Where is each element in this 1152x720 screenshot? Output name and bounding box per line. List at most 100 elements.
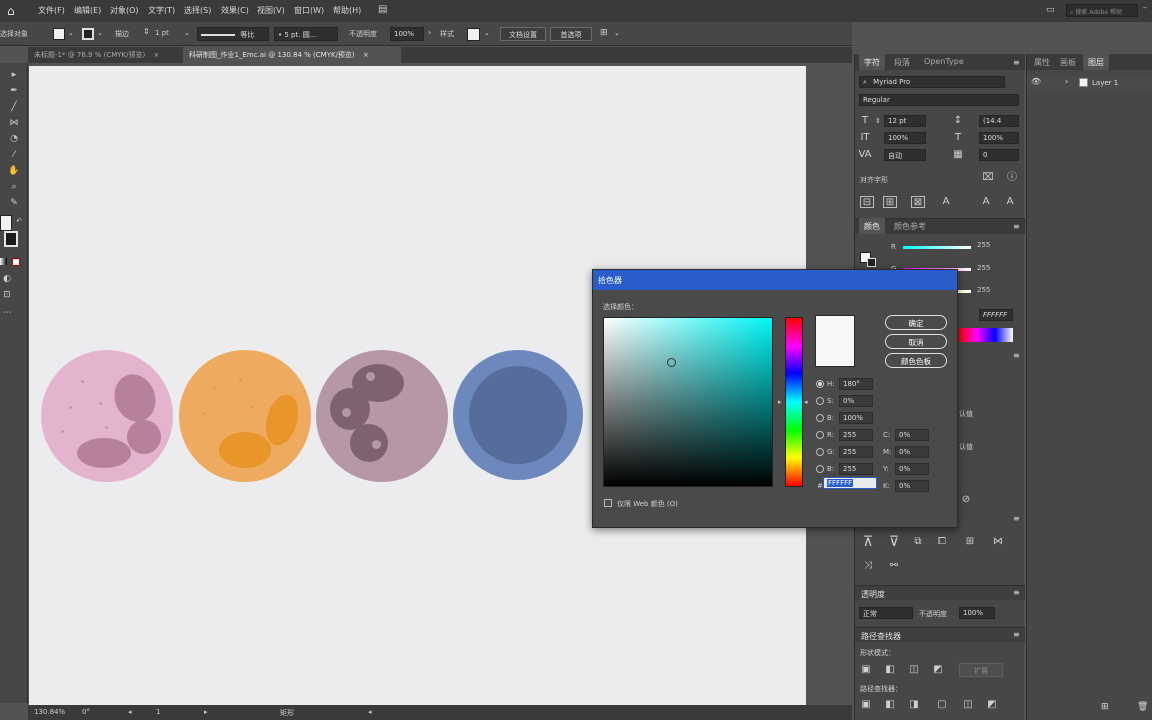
- distribute-space-icon[interactable]: ⊞: [963, 536, 977, 548]
- hue-slider-right-arrow-icon[interactable]: ◂: [804, 398, 808, 406]
- none-mode-icon[interactable]: [12, 258, 20, 266]
- pathfinder-panel-header[interactable]: 路径查找器: [855, 627, 1025, 642]
- merge-icon[interactable]: ◨: [907, 699, 921, 711]
- eyedropper-icon[interactable]: ⁄: [7, 149, 21, 161]
- orange-cell[interactable]: [179, 350, 311, 482]
- pen-tool-icon[interactable]: ✒: [7, 85, 21, 97]
- link-icon[interactable]: ⚯: [887, 560, 901, 572]
- saturation-brightness-field[interactable]: [603, 317, 773, 487]
- fill-swatch[interactable]: [53, 28, 65, 40]
- trim-icon[interactable]: ◧: [883, 699, 897, 711]
- home-icon[interactable]: ⌂: [7, 4, 15, 18]
- k-field[interactable]: 0%: [895, 480, 929, 492]
- draw-mode-icon[interactable]: ◐: [0, 273, 14, 285]
- r-channel-value[interactable]: 255: [977, 241, 990, 249]
- layer-row[interactable]: 👁 › Layer 1: [1027, 76, 1152, 90]
- layer-name[interactable]: Layer 1: [1092, 79, 1118, 87]
- r-radio[interactable]: [816, 431, 824, 439]
- zoom-value[interactable]: 130.84%: [34, 708, 65, 716]
- arrange-icon[interactable]: ▭: [1046, 5, 1055, 15]
- snap-anchor-icon[interactable]: A: [1003, 196, 1017, 208]
- r-field[interactable]: 255: [839, 429, 873, 441]
- minus-front-icon[interactable]: ◧: [883, 664, 897, 676]
- fill-color-swatch[interactable]: [0, 215, 12, 231]
- close-icon[interactable]: ×: [153, 51, 159, 59]
- intersect-icon[interactable]: ◫: [907, 664, 921, 676]
- color-stroke-swatch[interactable]: [867, 258, 876, 267]
- mauve-cell[interactable]: [316, 350, 448, 482]
- artboard-next-icon[interactable]: ▸: [204, 708, 208, 716]
- color-swatches-button[interactable]: 颜色色板: [885, 353, 947, 368]
- h-radio[interactable]: [816, 380, 824, 388]
- scatter-icon[interactable]: ⤨: [861, 560, 875, 572]
- brush-select[interactable]: • 5 pt. 圆...: [274, 27, 338, 41]
- web-only-checkbox[interactable]: [604, 499, 612, 507]
- menu-object[interactable]: 对象(O): [110, 5, 139, 16]
- style-swatch[interactable]: [467, 28, 480, 41]
- b-radio[interactable]: [816, 414, 824, 422]
- tab-character[interactable]: 字符: [859, 54, 885, 70]
- panel-menu-icon[interactable]: ≡: [1013, 514, 1020, 523]
- align-bottom-icon[interactable]: ⧉: [911, 536, 925, 548]
- s-radio[interactable]: [816, 397, 824, 405]
- distribute-icon[interactable]: ⧠: [935, 536, 949, 548]
- vertical-scale-field[interactable]: 100%: [884, 132, 926, 144]
- snap-xheight-icon[interactable]: ⊞: [883, 196, 897, 208]
- doc-tab-current[interactable]: 科研制图_作业1_Emc.ai @ 130.84 % (CMYK/预览) ×: [183, 47, 401, 63]
- doc-tab-untitled[interactable]: 未标题-1* @ 76.9 % (CMYK/预览) ×: [28, 47, 180, 63]
- stroke-color-swatch[interactable]: [4, 231, 18, 247]
- panel-menu-icon[interactable]: ≡: [1013, 630, 1020, 639]
- glyph-icon[interactable]: ⌧: [981, 172, 995, 184]
- stepper-icon[interactable]: ⇕: [875, 117, 881, 125]
- swap-colors-icon[interactable]: ↶: [12, 215, 26, 227]
- y-field[interactable]: 0%: [895, 463, 929, 475]
- snap-proximity-icon[interactable]: A: [939, 196, 953, 208]
- menu-effect[interactable]: 效果(C): [221, 5, 249, 16]
- stroke-profile-select[interactable]: 等比: [197, 27, 269, 41]
- blend-mode-select[interactable]: 正常: [859, 607, 913, 619]
- more-tools-icon[interactable]: ⋯: [0, 307, 14, 319]
- panel-menu-icon[interactable]: ≡: [1013, 222, 1020, 231]
- stroke-swatch[interactable]: [82, 28, 94, 40]
- screen-mode-icon[interactable]: ⊡: [0, 289, 14, 301]
- chevron-down-icon[interactable]: ⌄: [97, 29, 103, 37]
- blue-radio[interactable]: [816, 465, 824, 473]
- chevron-down-icon[interactable]: ⌄: [68, 29, 74, 37]
- tab-color[interactable]: 颜色: [859, 218, 885, 234]
- chevron-right-icon[interactable]: ›: [428, 28, 431, 37]
- stepper-icon[interactable]: ⇕: [143, 27, 150, 36]
- distribute-grid-icon[interactable]: ⋈: [991, 536, 1005, 548]
- hue-slider[interactable]: [785, 317, 803, 487]
- r-slider[interactable]: [903, 246, 971, 249]
- close-icon[interactable]: ×: [363, 51, 369, 59]
- expand-button[interactable]: 扩展: [959, 663, 1003, 677]
- tab-paragraph[interactable]: 段落: [889, 54, 915, 70]
- menu-file[interactable]: 文件(F): [38, 5, 65, 16]
- chevron-down-icon[interactable]: ⌄: [614, 29, 620, 37]
- hex-field[interactable]: FFFFFF: [979, 309, 1013, 321]
- menu-edit[interactable]: 编辑(E): [74, 5, 101, 16]
- eye-icon[interactable]: 👁: [1031, 77, 1041, 86]
- snap-angular-icon[interactable]: A: [979, 196, 993, 208]
- dialog-title-bar[interactable]: 拾色器: [593, 270, 957, 290]
- leading-field[interactable]: (14.4: [979, 115, 1019, 127]
- menu-select[interactable]: 选择(S): [184, 5, 211, 16]
- minus-back-icon[interactable]: ◩: [985, 699, 999, 711]
- blue-field[interactable]: 255: [839, 463, 873, 475]
- preferences-button[interactable]: 首选项: [550, 27, 592, 41]
- h-field[interactable]: 180°: [839, 378, 873, 390]
- snap-baseline-icon[interactable]: ⊟: [860, 196, 874, 208]
- tab-properties[interactable]: 属性: [1029, 54, 1055, 70]
- help-icon[interactable]: ⊘: [959, 494, 973, 506]
- minimize-icon[interactable]: –: [1143, 3, 1147, 12]
- shape-builder-icon[interactable]: ◔: [7, 133, 21, 145]
- workspace-icon[interactable]: ▤: [378, 4, 387, 15]
- g-field[interactable]: 255: [839, 446, 873, 458]
- crop-icon[interactable]: ▢: [935, 699, 949, 711]
- tab-opentype[interactable]: OpenType: [919, 54, 969, 70]
- horizontal-scale-field[interactable]: 100%: [979, 132, 1019, 144]
- font-size-field[interactable]: 12 pt: [884, 115, 926, 127]
- chevron-down-icon[interactable]: ⌄: [484, 29, 490, 37]
- scroll-left-icon[interactable]: ◂: [368, 708, 372, 716]
- delete-layer-icon[interactable]: 🗑: [1137, 702, 1148, 712]
